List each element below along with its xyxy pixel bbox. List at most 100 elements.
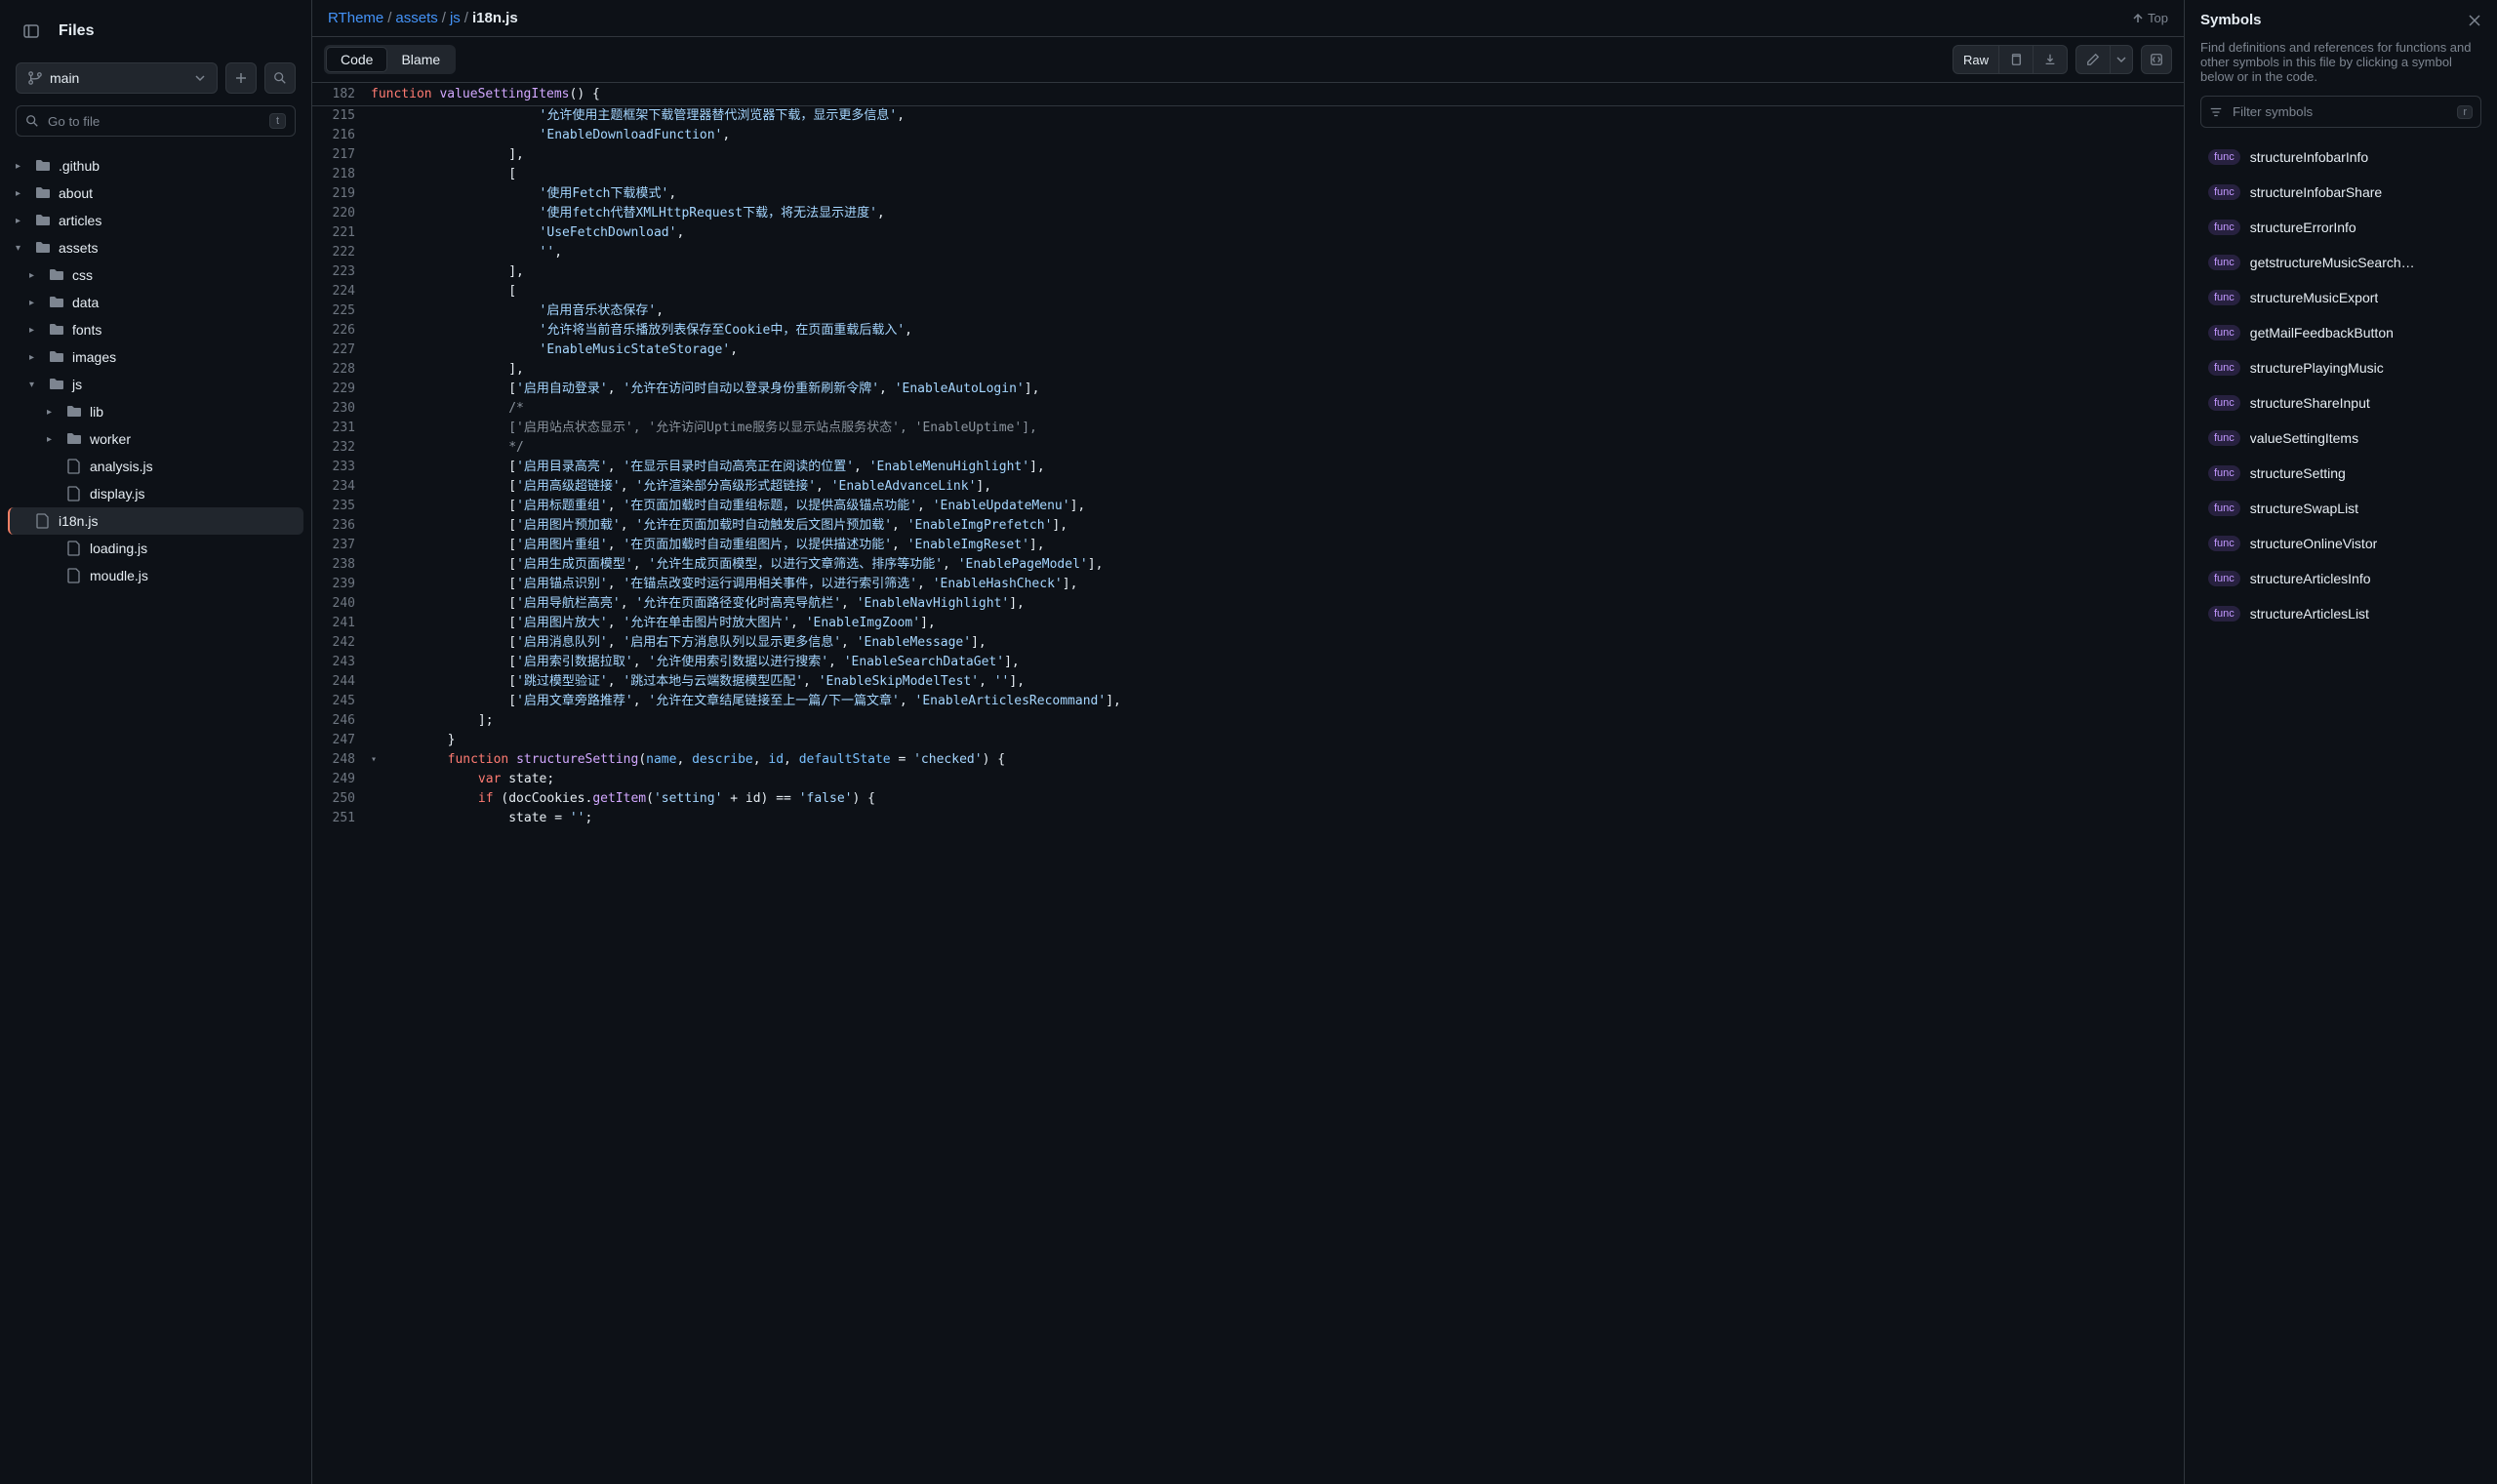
symbol-item[interactable]: funcstructureErrorInfo (2200, 210, 2481, 245)
download-button[interactable] (2034, 45, 2068, 74)
code-line[interactable]: 248▾ function structureSetting(name, des… (312, 750, 2184, 770)
code-line[interactable]: 225 '启用音乐状态保存', (312, 301, 2184, 321)
tree-folder[interactable]: ▸.github (8, 152, 303, 180)
code-line[interactable]: 226 '允许将当前音乐播放列表保存至Cookie中，在页面重载后载入', (312, 321, 2184, 341)
tree-file[interactable]: i18n.js (8, 507, 303, 535)
code-line[interactable]: 222 '', (312, 243, 2184, 262)
code-line[interactable]: 233 ['启用目录高亮', '在显示目录时自动高亮正在阅读的位置', 'Ena… (312, 458, 2184, 477)
code-line[interactable]: 237 ['启用图片重组', '在页面加载时自动重组图片，以提供描述功能', '… (312, 536, 2184, 555)
symbol-item[interactable]: funcstructureArticlesList (2200, 596, 2481, 631)
code-line[interactable]: 218 [ (312, 165, 2184, 184)
code-line[interactable]: 244 ['跳过模型验证', '跳过本地与云端数据模型匹配', 'EnableS… (312, 672, 2184, 692)
tree-folder[interactable]: ▸images (8, 343, 303, 371)
tree-folder[interactable]: ▸worker (8, 425, 303, 453)
edit-menu-button[interactable] (2111, 45, 2133, 74)
tree-folder[interactable]: ▸articles (8, 207, 303, 234)
code-line[interactable]: 216 'EnableDownloadFunction', (312, 126, 2184, 145)
tree-file[interactable]: display.js (8, 480, 303, 507)
line-number: 239 (312, 575, 371, 594)
file-tree: ▸.github▸about▸articles▾assets▸css▸data▸… (0, 148, 311, 1484)
breadcrumb-part[interactable]: assets (395, 10, 437, 26)
tree-file[interactable]: moudle.js (8, 562, 303, 589)
search-button[interactable] (264, 62, 296, 94)
code-line[interactable]: 249 var state; (312, 770, 2184, 789)
symbol-item[interactable]: funcstructureShareInput (2200, 385, 2481, 421)
code-line[interactable]: 224 [ (312, 282, 2184, 301)
code-line[interactable]: 217 ], (312, 145, 2184, 165)
symbols-close-button[interactable] (2468, 14, 2481, 27)
code-line[interactable]: 231 ['启用站点状态显示', '允许访问Uptime服务以显示站点服务状态'… (312, 419, 2184, 438)
code-line[interactable]: 242 ['启用消息队列', '启用右下方消息队列以显示更多信息', 'Enab… (312, 633, 2184, 653)
tree-folder[interactable]: ▸data (8, 289, 303, 316)
edit-button[interactable] (2075, 45, 2111, 74)
symbol-item[interactable]: funcvalueSettingItems (2200, 421, 2481, 456)
symbol-item[interactable]: funcstructureSwapList (2200, 491, 2481, 526)
scroll-to-top[interactable]: Top (2132, 11, 2168, 25)
symbol-item[interactable]: funcgetMailFeedbackButton (2200, 315, 2481, 350)
raw-button[interactable]: Raw (1953, 45, 1999, 74)
code-line[interactable]: 232 */ (312, 438, 2184, 458)
breadcrumb-root[interactable]: RTheme (328, 10, 383, 26)
symbol-badge: func (2208, 360, 2240, 376)
branch-selector[interactable]: main (16, 62, 218, 94)
add-file-button[interactable] (225, 62, 257, 94)
code-line[interactable]: 220 '使用fetch代替XMLHttpRequest下载，将无法显示进度', (312, 204, 2184, 223)
symbol-item[interactable]: funcstructureInfobarShare (2200, 175, 2481, 210)
code-line[interactable]: 227 'EnableMusicStateStorage', (312, 341, 2184, 360)
symbol-item[interactable]: funcstructureMusicExport (2200, 280, 2481, 315)
sticky-function-header[interactable]: 182 function valueSettingItems() { (312, 83, 2184, 106)
line-number: 232 (312, 438, 371, 458)
tree-folder[interactable]: ▸fonts (8, 316, 303, 343)
code-area[interactable]: 215 '允许使用主题框架下载管理器替代浏览器下载，显示更多信息',216 'E… (312, 106, 2184, 1484)
code-line[interactable]: 235 ['启用标题重组', '在页面加载时自动重组标题，以提供高级锚点功能',… (312, 497, 2184, 516)
symbol-name: structureInfobarShare (2250, 184, 2382, 200)
symbol-item[interactable]: funcstructurePlayingMusic (2200, 350, 2481, 385)
fold-icon[interactable]: ▾ (371, 750, 386, 770)
symbol-item[interactable]: funcstructureArticlesInfo (2200, 561, 2481, 596)
line-number: 243 (312, 653, 371, 672)
symbol-item[interactable]: funcgetstructureMusicSearch… (2200, 245, 2481, 280)
tree-folder[interactable]: ▾assets (8, 234, 303, 261)
symbol-item[interactable]: funcstructureSetting (2200, 456, 2481, 491)
code-line[interactable]: 221 'UseFetchDownload', (312, 223, 2184, 243)
code-line[interactable]: 223 ], (312, 262, 2184, 282)
tree-folder[interactable]: ▸about (8, 180, 303, 207)
tree-folder[interactable]: ▸lib (8, 398, 303, 425)
code-line[interactable]: 230 /* (312, 399, 2184, 419)
code-line[interactable]: 241 ['启用图片放大', '允许在单击图片时放大图片', 'EnableIm… (312, 614, 2184, 633)
sidebar-collapse-button[interactable] (16, 16, 47, 47)
file-icon (66, 486, 82, 501)
search-icon (273, 71, 287, 85)
tree-file[interactable]: loading.js (8, 535, 303, 562)
code-line[interactable]: 245 ['启用文章旁路推荐', '允许在文章结尾链接至上一篇/下一篇文章', … (312, 692, 2184, 711)
symbol-badge: func (2208, 571, 2240, 586)
code-line[interactable]: 219 '使用Fetch下载模式', (312, 184, 2184, 204)
code-line[interactable]: 239 ['启用锚点识别', '在锚点改变时运行调用相关事件，以进行索引筛选',… (312, 575, 2184, 594)
code-line[interactable]: 215 '允许使用主题框架下载管理器替代浏览器下载，显示更多信息', (312, 106, 2184, 126)
code-line[interactable]: 229 ['启用自动登录', '允许在访问时自动以登录身份重新刷新令牌', 'E… (312, 380, 2184, 399)
code-line[interactable]: 251 state = ''; (312, 809, 2184, 828)
line-number: 220 (312, 204, 371, 223)
code-line[interactable]: 243 ['启用索引数据拉取', '允许使用索引数据以进行搜索', 'Enabl… (312, 653, 2184, 672)
code-line[interactable]: 246 ]; (312, 711, 2184, 731)
code-line[interactable]: 240 ['启用导航栏高亮', '允许在页面路径变化时高亮导航栏', 'Enab… (312, 594, 2184, 614)
line-number: 237 (312, 536, 371, 555)
go-to-file-input[interactable] (16, 105, 296, 137)
copy-button[interactable] (1999, 45, 2034, 74)
symbols-filter-input[interactable] (2229, 100, 2457, 123)
code-line[interactable]: 228 ], (312, 360, 2184, 380)
tab-blame[interactable]: Blame (387, 47, 454, 72)
symbols-toggle-button[interactable] (2141, 45, 2172, 74)
tree-file[interactable]: analysis.js (8, 453, 303, 480)
code-line[interactable]: 234 ['启用高级超链接', '允许渲染部分高级形式超链接', 'Enable… (312, 477, 2184, 497)
code-line[interactable]: 236 ['启用图片预加载', '允许在页面加载时自动触发后文图片预加载', '… (312, 516, 2184, 536)
code-line[interactable]: 247 } (312, 731, 2184, 750)
tree-folder[interactable]: ▸css (8, 261, 303, 289)
breadcrumb-part[interactable]: js (450, 10, 461, 26)
tree-folder[interactable]: ▾js (8, 371, 303, 398)
code-line[interactable]: 250 if (docCookies.getItem('setting' + i… (312, 789, 2184, 809)
code-line[interactable]: 238 ['启用生成页面模型', '允许生成页面模型，以进行文章筛选、排序等功能… (312, 555, 2184, 575)
symbol-item[interactable]: funcstructureInfobarInfo (2200, 140, 2481, 175)
symbol-item[interactable]: funcstructureOnlineVistor (2200, 526, 2481, 561)
tab-code[interactable]: Code (326, 47, 387, 72)
